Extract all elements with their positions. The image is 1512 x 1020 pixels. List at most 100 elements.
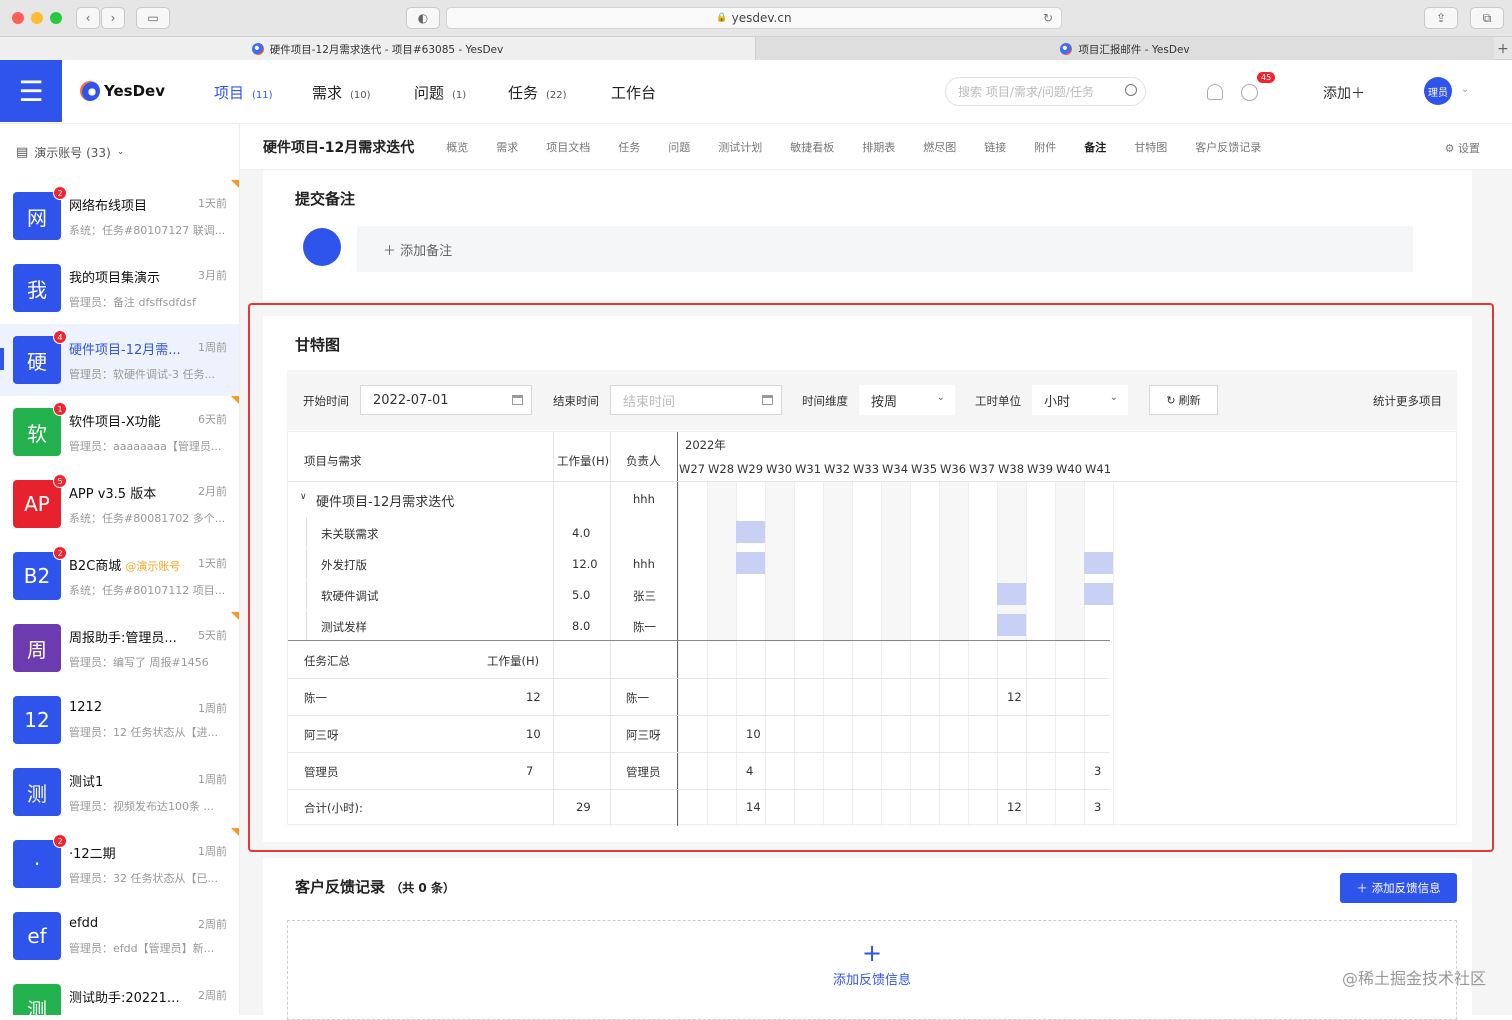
project-activity: 系统：任务#80107127 联调... [69, 222, 227, 238]
tab-3[interactable]: 任务 [618, 139, 640, 155]
tab-2[interactable]: 项目文档 [546, 139, 590, 155]
grid-line [881, 482, 882, 826]
user-avatar[interactable]: 理员 [1424, 77, 1452, 105]
add-button[interactable]: 添加＋ [1323, 83, 1365, 103]
summary-hours-label: 工作量(H) [487, 653, 539, 669]
project-list-item[interactable]: 周 周报助手:管理员...5天前 管理员：编写了 周报#1456 [0, 612, 239, 684]
project-list-item[interactable]: 网2 网络布线项目1天前 系统：任务#80107127 联调... [0, 180, 239, 252]
project-row-name: 硬件项目-12月需求迭代 [316, 491, 454, 510]
address-bar[interactable]: 🔒 yesdev.cn ↻ [446, 7, 1062, 29]
end-date-input[interactable]: 结束时间 [610, 385, 782, 415]
project-activity: 管理员：视频发布达100条 ... [69, 798, 227, 814]
watermark: @稀土掘金技术社区 [1342, 965, 1486, 989]
more-projects-link[interactable]: 统计更多项目 [1373, 393, 1442, 409]
gantt-bar[interactable] [1084, 583, 1113, 605]
project-list-item[interactable]: B22 B2C商城 @演示账号1天前 系统：任务#80107112 项目... [0, 540, 239, 612]
browser-tab-active[interactable]: 硬件项目-12月需求迭代 - 项目#63085 - YesDev [0, 37, 756, 61]
forward-button[interactable]: › [101, 7, 125, 29]
menu-icon[interactable]: ☰ [0, 60, 62, 122]
task-name: 外发打版 [321, 557, 367, 573]
nav-requirements[interactable]: 需求(10) [312, 82, 371, 103]
browser-tab[interactable]: 项目汇报邮件 - YesDev [756, 37, 1494, 61]
project-header: 测试11周前 [69, 771, 227, 790]
summary-row-hours: 12 [526, 690, 541, 704]
tab-11[interactable]: 备注 [1084, 139, 1106, 155]
project-name-text: 测试1 [69, 775, 103, 790]
privacy-icon[interactable]: ◐ [406, 7, 440, 29]
project-header: APP v3.5 版本2月前 [69, 483, 227, 502]
project-list-item[interactable]: AP5 APP v3.5 版本2月前 系统：任务#80081702 多个... [0, 468, 239, 540]
zoom-window-button[interactable] [50, 12, 62, 24]
project-avatar-text: 周 [27, 634, 47, 663]
nav-workbench[interactable]: 工作台 [611, 82, 656, 103]
gantt-filter-bar: 开始时间 2022-07-01 结束时间 结束时间 时间维度 按周⌄ 工时单位 … [287, 370, 1457, 430]
time-dimension-select[interactable]: 按周⌄ [859, 385, 955, 415]
tab-6[interactable]: 敏捷看板 [790, 139, 834, 155]
gantt-bar[interactable] [997, 583, 1026, 605]
account-switcher[interactable]: ▤演示账号 (33)⌄ [0, 124, 239, 180]
gantt-bar[interactable] [1084, 552, 1113, 574]
project-list-item[interactable]: 测 测试助手:202212...2周前 测试计划#248 [0, 972, 239, 1015]
project-header: 软件项目-X功能6天前 [69, 411, 227, 430]
settings-button[interactable]: ⚙ 设置 [1445, 140, 1480, 156]
task-hours: 12.0 [572, 557, 598, 571]
project-list-item[interactable]: 测 测试11周前 管理员：视频发布达100条 ... [0, 756, 239, 828]
project-time: 2周前 [198, 916, 227, 932]
project-list-item[interactable]: 我 我的项目集演示3月前 管理员：备注 dfsffsdfdsf [0, 252, 239, 324]
chevron-down-icon[interactable]: ∨ [300, 492, 307, 502]
start-date-input[interactable]: 2022-07-01 [360, 385, 532, 415]
chevron-down-icon[interactable]: ⌄ [1461, 84, 1469, 95]
back-button[interactable]: ‹ [76, 7, 100, 29]
project-avatar-text: AP [24, 492, 50, 516]
project-list-item[interactable]: 硬4 硬件项目-12月需...1周前 管理员：软硬件调试-3 任务... [0, 324, 239, 396]
close-window-button[interactable] [12, 12, 24, 24]
tab-13[interactable]: 客户反馈记录 [1195, 139, 1261, 155]
new-tab-button[interactable]: + [1494, 37, 1512, 60]
nav-count: (22) [546, 90, 567, 101]
tab-7[interactable]: 排期表 [862, 139, 895, 155]
hour-unit-select[interactable]: 小时⌄ [1032, 385, 1128, 415]
reload-icon[interactable]: ↻ [1043, 11, 1053, 25]
tab-9[interactable]: 链接 [984, 139, 1006, 155]
tab-1[interactable]: 需求 [496, 139, 518, 155]
gantt-bar[interactable] [736, 521, 765, 543]
tab-12[interactable]: 甘特图 [1134, 139, 1167, 155]
nav-label: 工作台 [611, 82, 656, 103]
nav-tasks[interactable]: 任务(22) [508, 82, 567, 103]
logo[interactable]: YesDev [80, 81, 165, 101]
summary-row-name: 陈一 [304, 690, 327, 706]
summary-cell: 4 [746, 764, 753, 778]
tabs-overview-button[interactable]: ⧉ [1470, 7, 1504, 29]
gantt-bar[interactable] [997, 614, 1026, 636]
tab-10[interactable]: 附件 [1034, 139, 1056, 155]
summary-row-hours: 10 [526, 727, 541, 741]
grid-line [707, 482, 708, 826]
project-list-item[interactable]: ·2 ·12二期1周前 管理员：32 任务状态从【已... [0, 828, 239, 900]
tab-4[interactable]: 问题 [668, 139, 690, 155]
nav-issues[interactable]: 问题(1) [414, 82, 466, 103]
minimize-window-button[interactable] [31, 12, 43, 24]
project-list-item[interactable]: ef efdd2周前 管理员：efdd【管理员】新... [0, 900, 239, 972]
global-search-input[interactable]: 搜索 项目/需求/问题/任务 [945, 77, 1146, 106]
add-feedback-area[interactable]: +添加反馈信息 [287, 920, 1457, 1020]
alarm-clock-icon[interactable] [1241, 84, 1258, 101]
grid-line [1084, 482, 1085, 826]
nav-projects[interactable]: 项目(11) [214, 82, 273, 103]
refresh-button[interactable]: ↻刷新 [1149, 385, 1218, 415]
summary-cell: 3 [1094, 764, 1101, 778]
project-list-item[interactable]: 12 12121周前 管理员：12 任务状态从【进... [0, 684, 239, 756]
add-note-input[interactable]: ＋ 添加备注 [357, 226, 1413, 272]
tab-0[interactable]: 概览 [446, 139, 468, 155]
project-sidebar: ▤演示账号 (33)⌄ 网2 网络布线项目1天前 系统：任务#80107127 … [0, 124, 240, 1015]
sidebar-toggle-button[interactable]: ▭ [136, 7, 170, 29]
tab-5[interactable]: 测试计划 [718, 139, 762, 155]
gantt-bar[interactable] [736, 552, 765, 574]
bell-icon[interactable] [1207, 84, 1223, 100]
tab-8[interactable]: 燃尽图 [923, 139, 956, 155]
add-feedback-button[interactable]: ＋ 添加反馈信息 [1340, 873, 1457, 903]
grid-line [910, 482, 911, 826]
tab-title: 硬件项目-12月需求迭代 - 项目#63085 - YesDev [270, 42, 504, 57]
share-button[interactable]: ⇪ [1424, 7, 1458, 29]
project-list-item[interactable]: 软1 软件项目-X功能6天前 管理员：aaaaaaaa【管理员... [0, 396, 239, 468]
project-header: 周报助手:管理员...5天前 [69, 627, 227, 646]
